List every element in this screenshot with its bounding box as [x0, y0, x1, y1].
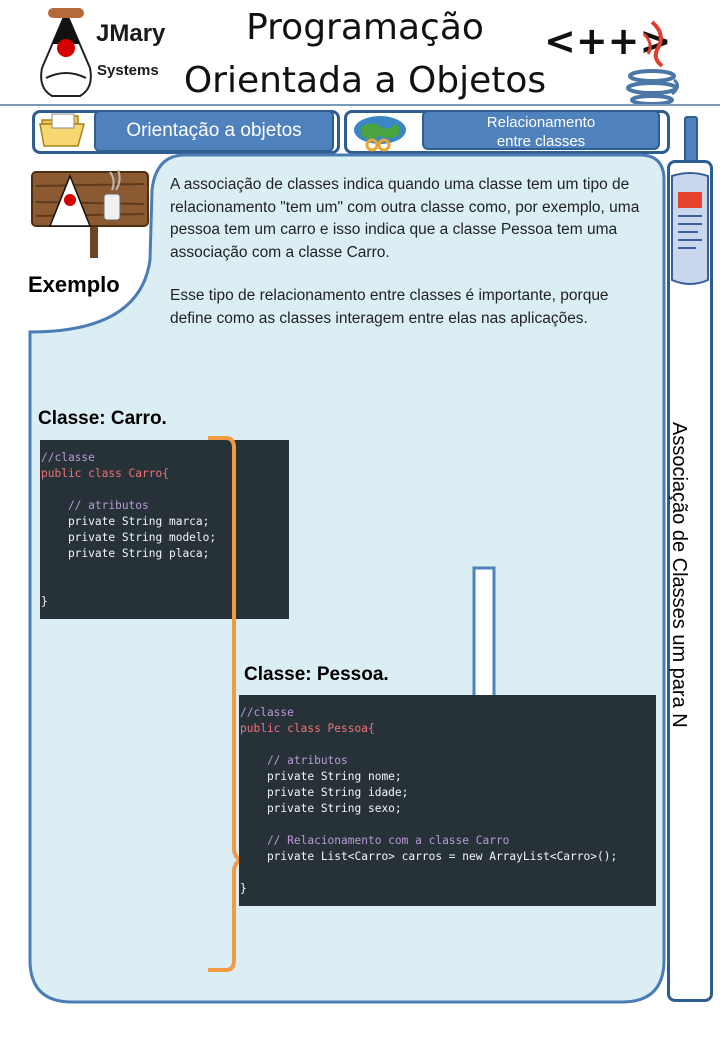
intro-paragraph: A associação de classes indica quando um… — [170, 176, 640, 261]
code-line: //classe — [240, 706, 294, 719]
carro-section-title: Classe: Carro. — [38, 408, 167, 429]
code-line: } — [240, 882, 247, 895]
side-bar-connector — [684, 116, 698, 162]
code-line: } — [41, 595, 48, 608]
code-line: // atributos — [41, 499, 149, 512]
code-line: private String placa; — [41, 547, 210, 560]
pessoa-section-title: Classe: Pessoa. — [244, 664, 389, 685]
code-line: // Relacionamento com a classe Carro — [240, 834, 510, 847]
importance-paragraph: Esse tipo de relacionamento entre classe… — [170, 287, 609, 327]
code-line: private String idade; — [240, 786, 409, 799]
duke-sign-icon — [31, 169, 149, 258]
code-line: public class Carro{ — [41, 467, 169, 480]
pessoa-code-block: //classe public class Pessoa{ // atribut… — [239, 695, 656, 906]
code-line: private String sexo; — [240, 802, 402, 815]
side-topic-label: Associação de Classes um para N — [668, 422, 690, 728]
code-line: //classe — [41, 451, 95, 464]
code-line: private String nome; — [240, 770, 402, 783]
example-label: Exemplo — [28, 272, 120, 297]
code-line: public class Pessoa{ — [240, 722, 375, 735]
carro-code-block: //classe public class Carro{ // atributo… — [40, 440, 289, 619]
newspaper-icon — [671, 172, 709, 285]
code-line: // atributos — [240, 754, 348, 767]
code-line: private List<Carro> carros = new ArrayLi… — [240, 850, 618, 863]
code-line: private String marca; — [41, 515, 210, 528]
code-line: private String modelo; — [41, 531, 217, 544]
